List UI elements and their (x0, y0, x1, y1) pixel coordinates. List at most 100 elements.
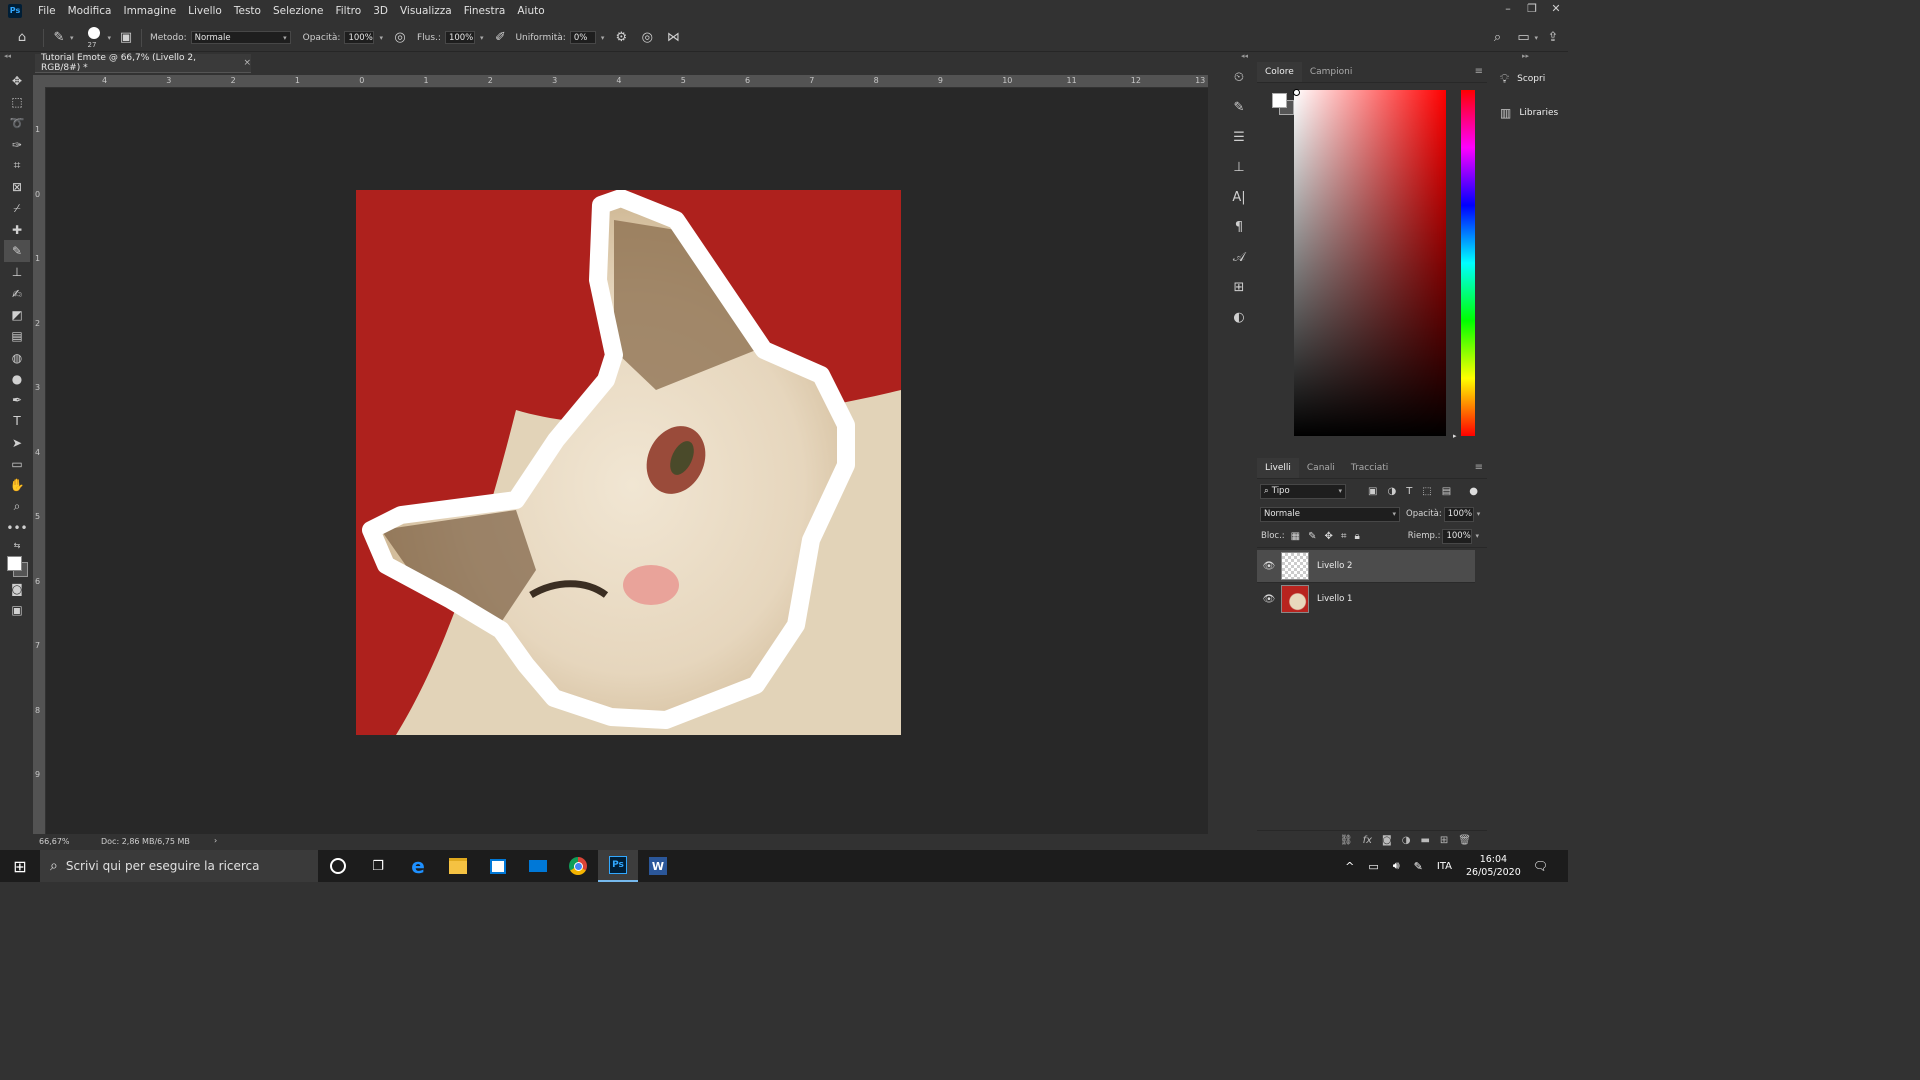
glyphs-icon[interactable]: 𝒜 (1224, 242, 1254, 272)
libraries-item[interactable]: ▥ Libraries (1492, 96, 1568, 130)
chevron-down-icon[interactable]: ▾ (601, 34, 605, 42)
collapse-toolbar-icon[interactable]: ◂◂ (4, 52, 11, 60)
pressure-size-icon[interactable]: ◎ (638, 29, 656, 47)
clock[interactable]: 16:04 26/05/2020 (1466, 853, 1521, 879)
gradient-tool-icon[interactable]: ▤ (4, 326, 30, 347)
chevron-up-icon[interactable]: ^ (1345, 860, 1354, 873)
visibility-eye-icon[interactable]: 👁︎ (1257, 561, 1281, 572)
chrome-icon[interactable] (558, 850, 598, 882)
hue-slider-handle[interactable]: ▸ (1453, 432, 1457, 440)
move-tool-icon[interactable]: ✥ (4, 70, 30, 91)
chevron-down-icon[interactable]: ▾ (1534, 34, 1538, 42)
character-icon[interactable]: A| (1224, 182, 1254, 212)
new-group-icon[interactable]: ▬ (1420, 835, 1429, 846)
layer-row-livello-2[interactable]: 👁︎ Livello 2 (1257, 550, 1475, 582)
brush-size-picker[interactable]: 27 (84, 24, 106, 51)
type-filter-icon[interactable]: T (1406, 486, 1412, 497)
lock-pixels-icon[interactable]: ✎ (1308, 531, 1316, 542)
blur-tool-icon[interactable]: ◍ (4, 347, 30, 368)
airbrush-icon[interactable]: ✐ (491, 29, 509, 47)
home-icon[interactable]: ⌂ (13, 29, 31, 47)
share-icon[interactable]: ⇪ (1544, 29, 1562, 47)
zoom-level[interactable]: 66,67% (39, 837, 70, 846)
discover-item[interactable]: 💡︎ Scopri (1492, 62, 1568, 96)
color-picker-field[interactable] (1294, 90, 1446, 436)
task-view-icon[interactable]: ❐ (358, 850, 398, 882)
document-tab[interactable]: Tutorial Emote @ 66,7% (Livello 2, RGB/8… (35, 53, 251, 73)
close-window-button[interactable]: ✕ (1544, 0, 1568, 21)
taskbar-search[interactable]: ⌕ Scrivi qui per eseguire la ricerca (40, 850, 318, 882)
pixel-filter-icon[interactable]: ▣ (1368, 486, 1377, 497)
visibility-eye-icon[interactable]: 👁︎ (1257, 594, 1281, 605)
foreground-color-swatch[interactable] (1272, 93, 1287, 108)
color-swatches[interactable] (4, 553, 30, 579)
document-info[interactable]: Doc: 2,86 MB/6,75 MB (101, 837, 190, 846)
collapse-panels-icon[interactable]: ◂◂ (1241, 52, 1248, 60)
color-picker-handle[interactable] (1293, 89, 1300, 96)
brush-tool-icon[interactable]: ✎ (4, 240, 30, 262)
fill-input[interactable]: 100% (1442, 528, 1473, 544)
dodge-tool-icon[interactable]: ● (4, 368, 30, 389)
tab-tracciati[interactable]: Tracciati (1343, 458, 1396, 478)
flow-input[interactable]: 100% (444, 31, 475, 44)
marquee-tool-icon[interactable]: ⬚ (4, 91, 30, 112)
menu-immagine[interactable]: Immagine (117, 5, 182, 17)
menu-finestra[interactable]: Finestra (458, 5, 512, 17)
chevron-down-icon[interactable]: ▾ (1477, 510, 1481, 518)
tab-campioni[interactable]: Campioni (1302, 62, 1361, 82)
ruler-origin[interactable] (33, 75, 46, 87)
tab-livelli[interactable]: Livelli (1257, 458, 1299, 478)
panel-menu-icon[interactable]: ≡ (1475, 62, 1487, 82)
restore-button[interactable]: ❐ (1520, 0, 1544, 21)
menu-aiuto[interactable]: Aiuto (511, 5, 550, 17)
healing-brush-tool-icon[interactable]: ✚ (4, 219, 30, 240)
volume-icon[interactable]: 🔊︎ (1393, 859, 1400, 873)
smart-object-filter-icon[interactable]: ▤ (1442, 486, 1451, 497)
pen-workspace-icon[interactable]: ✎ (1414, 860, 1423, 873)
horizontal-ruler[interactable]: 4 3 2 1 0 1 2 3 4 5 6 7 8 9 10 11 12 13 (46, 75, 1208, 87)
zoom-tool-icon[interactable]: ⌕ (4, 496, 30, 517)
layer-style-icon[interactable]: fx (1363, 835, 1372, 846)
layer-row-livello-1[interactable]: 👁︎ Livello 1 (1257, 582, 1475, 615)
language-indicator[interactable]: ITA (1437, 861, 1452, 872)
add-mask-icon[interactable]: ◙ (1382, 835, 1392, 846)
filter-toggle-icon[interactable]: ● (1469, 486, 1478, 497)
type-tool-icon[interactable]: T (4, 411, 30, 432)
vertical-ruler[interactable]: 1 0 1 2 3 4 5 6 7 8 9 (33, 87, 45, 834)
notifications-icon[interactable]: 🗨︎ (1533, 859, 1548, 873)
layer-filter-select[interactable]: ⌕ Tipo ▾ (1260, 483, 1346, 499)
workspace-icon[interactable]: ▭ (1514, 29, 1532, 47)
hand-tool-icon[interactable]: ✋ (4, 475, 30, 496)
method-select[interactable]: Normale ▾ (190, 31, 291, 44)
expand-panels-icon[interactable]: ▸▸ (1522, 52, 1529, 60)
shape-filter-icon[interactable]: ⬚ (1422, 486, 1431, 497)
search-icon[interactable]: ⌕ (1488, 29, 1506, 47)
tab-colore[interactable]: Colore (1257, 62, 1302, 82)
chevron-down-icon[interactable]: ▾ (108, 34, 112, 42)
tab-canali[interactable]: Canali (1299, 458, 1343, 478)
lock-artboard-icon[interactable]: ⌗ (1341, 531, 1347, 542)
mail-icon[interactable] (518, 850, 558, 882)
history-icon[interactable]: ⏲ (1224, 62, 1254, 92)
menu-filtro[interactable]: Filtro (329, 5, 367, 17)
menu-testo[interactable]: Testo (228, 5, 267, 17)
adjustments-icon[interactable]: ☰ (1224, 122, 1254, 152)
styles-icon[interactable]: ◐ (1224, 302, 1254, 332)
brush-settings-icon[interactable]: ✎ (1224, 92, 1254, 122)
chevron-down-icon[interactable]: ▾ (379, 34, 383, 42)
store-icon[interactable] (478, 850, 518, 882)
edge-icon[interactable]: e (398, 850, 438, 882)
chevron-down-icon[interactable]: ▾ (70, 34, 74, 42)
lasso-tool-icon[interactable]: ➰ (4, 113, 30, 134)
menu-visualizza[interactable]: Visualizza (394, 5, 458, 17)
gear-icon[interactable]: ⚙ (612, 29, 630, 47)
path-selection-tool-icon[interactable]: ➤ (4, 432, 30, 453)
brush-preset-icon[interactable]: ✎ (50, 29, 68, 47)
paragraph-icon[interactable]: ¶ (1224, 212, 1254, 242)
history-brush-tool-icon[interactable]: ✍ (4, 283, 30, 304)
cortana-icon[interactable] (318, 850, 358, 882)
brush-panel-icon[interactable]: ▣ (117, 29, 135, 47)
hue-slider[interactable] (1461, 90, 1475, 436)
minimize-button[interactable]: – (1496, 0, 1520, 21)
quick-mask-icon[interactable]: ◙ (4, 579, 30, 600)
